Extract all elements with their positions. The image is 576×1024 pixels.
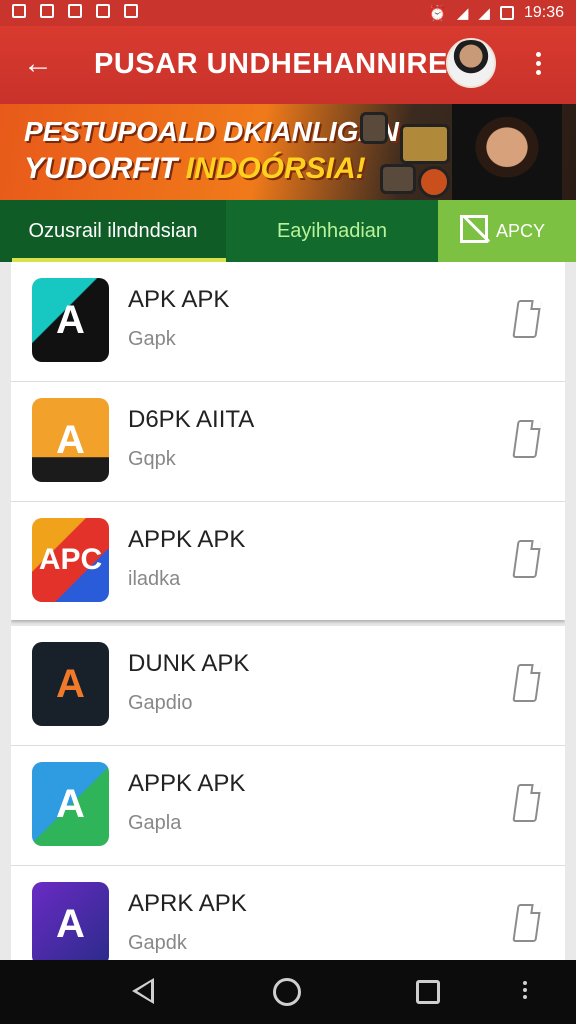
tab-categories[interactable]: Eayihhadian <box>226 200 438 262</box>
list-item[interactable]: A APK APK Gapk <box>11 262 565 382</box>
wifi-icon: ◢ <box>456 5 469 22</box>
system-nav-bar <box>0 960 576 1024</box>
avatar[interactable] <box>446 38 496 88</box>
nav-back-icon[interactable] <box>132 978 154 1004</box>
app-subtitle: Gapk <box>128 328 176 350</box>
app-subtitle: Gapdk <box>128 932 187 954</box>
app-e-icon: A <box>32 762 109 846</box>
tab-categories-label: Eayihhadian <box>276 220 388 242</box>
app-c-icon: APC <box>32 518 109 602</box>
app-list[interactable]: A APK APK Gapk A D6PK AIITA Gqpk APC APP… <box>11 262 565 960</box>
list-item[interactable]: A D6PK AIITA Gqpk <box>11 382 565 502</box>
tab-apk[interactable]: APCY <box>438 200 576 262</box>
tab-featured-label: Ozusrail ilndndsian <box>28 220 198 242</box>
more-options-icon[interactable] <box>526 48 550 84</box>
page-title: PUSAR UNDHEHANNIRE <box>94 48 448 80</box>
list-item[interactable]: A APPK APK Gapla <box>11 746 565 866</box>
banner-headline: PESTUPOALD DKIANLIGAN <box>24 116 399 147</box>
nav-menu-icon[interactable] <box>520 978 530 1006</box>
document-icon[interactable] <box>512 784 542 822</box>
banner-subheadline: YUDORFIT INDOÓRSIA! <box>24 152 366 186</box>
tab-apk-label: APCY <box>496 221 546 241</box>
document-icon[interactable] <box>512 904 542 942</box>
status-time: 19:36 <box>523 4 564 21</box>
signal-icon: ◢ <box>478 5 490 22</box>
app-name: D6PK AIITA <box>128 406 255 433</box>
app-card-group: A DUNK APK Gapdio A APPK APK Gapla A APR… <box>11 626 565 960</box>
document-icon[interactable] <box>512 300 542 338</box>
list-item[interactable]: APC APPK APK iladka <box>11 502 565 622</box>
app-subtitle: Gqpk <box>128 448 176 470</box>
tab-bar: Ozusrail ilndndsian Eayihhadian APCY <box>0 200 576 262</box>
app-name: DUNK APK <box>128 650 250 677</box>
app-subtitle: iladka <box>128 568 181 590</box>
battery-icon <box>499 6 514 20</box>
app-a-icon: A <box>32 278 109 362</box>
camera-gear-icon <box>380 164 416 194</box>
apk-box-icon <box>460 215 488 243</box>
notification-icon <box>68 4 82 18</box>
app-f-icon: A <box>32 882 109 960</box>
app-bar: ← PUSAR UNDHEHANNIRE <box>0 26 576 104</box>
app-subtitle: Gapdio <box>128 692 193 714</box>
document-icon[interactable] <box>512 540 542 578</box>
app-subtitle: Gapla <box>128 812 182 834</box>
nav-recents-icon[interactable] <box>416 980 440 1004</box>
list-item[interactable]: A DUNK APK Gapdio <box>11 626 565 746</box>
list-item[interactable]: A APRK APK Gapdk <box>11 866 565 960</box>
camera-gear-icon <box>360 112 388 144</box>
banner-subheadline-white: YUDORFIT <box>24 152 178 185</box>
app-b-icon: A <box>32 398 109 482</box>
notification-icon <box>96 4 110 18</box>
app-name: APK APK <box>128 286 230 313</box>
promo-banner[interactable]: PESTUPOALD DKIANLIGAN YUDORFIT INDOÓRSIA… <box>0 104 576 200</box>
banner-subheadline-yellow: INDOÓRSIA! <box>185 152 366 185</box>
camera-gear-icon <box>418 166 450 198</box>
app-name: APRK APK <box>128 890 247 917</box>
document-icon[interactable] <box>512 664 542 702</box>
notification-icon <box>124 4 138 18</box>
alarm-icon: ⏰ <box>428 5 447 22</box>
status-bar: ⏰ ◢ ◢ 19:36 <box>0 0 576 26</box>
nav-home-icon[interactable] <box>273 978 301 1006</box>
banner-person-image <box>452 104 562 200</box>
app-card-group: A APK APK Gapk A D6PK AIITA Gqpk APC APP… <box>11 262 565 620</box>
app-name: APPK APK <box>128 526 246 553</box>
document-icon[interactable] <box>512 420 542 458</box>
notification-icon <box>12 4 26 18</box>
tab-featured[interactable]: Ozusrail ilndndsian <box>0 200 226 262</box>
back-arrow-icon[interactable]: ← <box>20 46 56 82</box>
notification-icon <box>40 4 54 18</box>
app-name: APPK APK <box>128 770 246 797</box>
camera-gear-icon <box>400 124 450 164</box>
app-d-icon: A <box>32 642 109 726</box>
